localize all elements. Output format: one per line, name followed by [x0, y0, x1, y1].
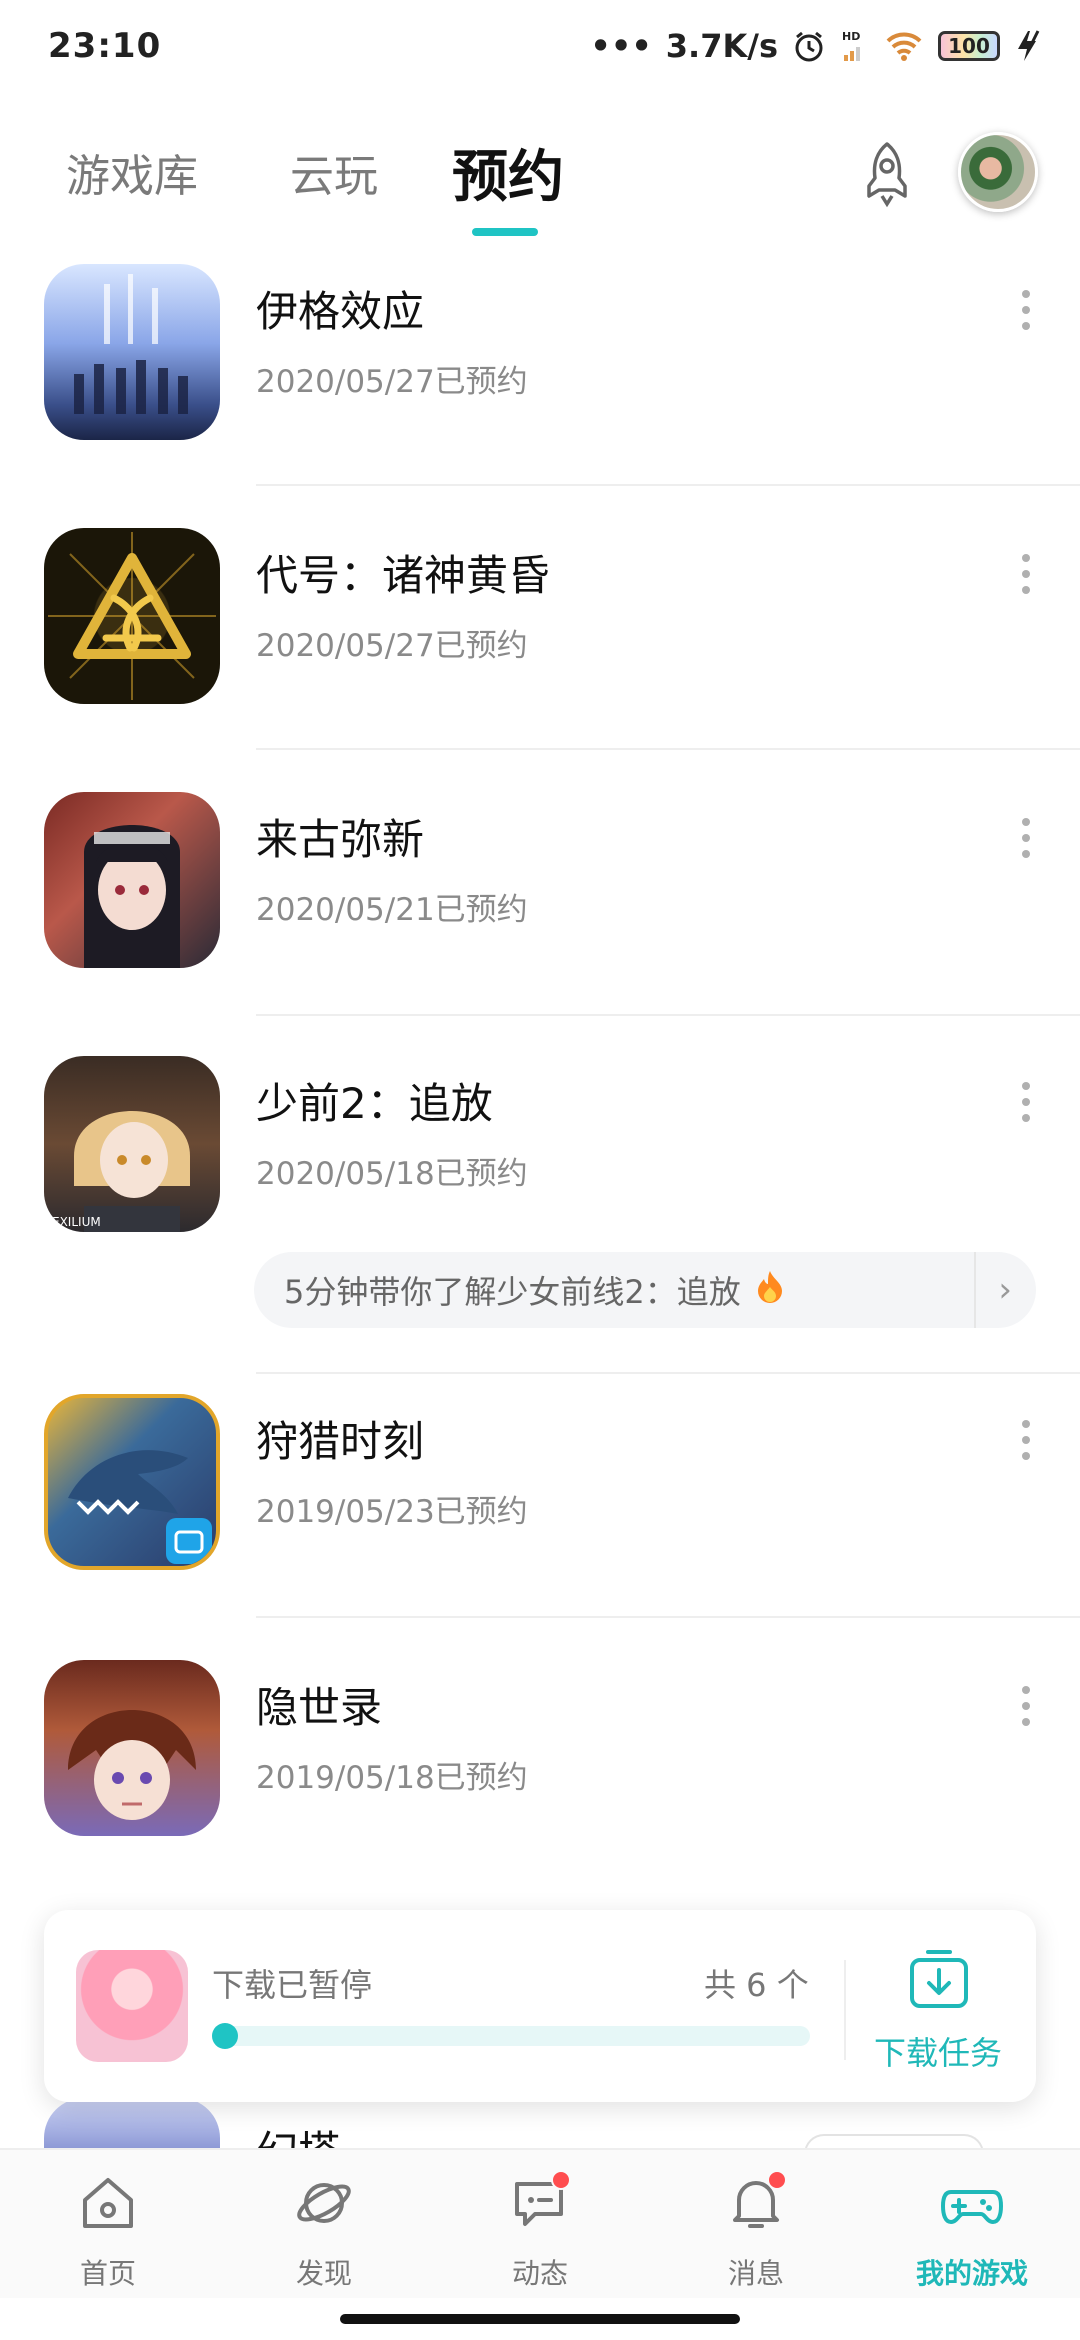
user-avatar[interactable]	[958, 132, 1038, 212]
top-tab-bar: 游戏库 云玩 预约	[0, 120, 1080, 250]
divider	[256, 484, 1080, 486]
download-tasks-button[interactable]: 下载任务	[874, 2028, 1002, 2074]
hunting-moment-icon[interactable]	[44, 1394, 220, 1570]
notification-badge	[767, 2170, 787, 2190]
gamepad-icon	[939, 2170, 1005, 2236]
rocket-icon[interactable]	[852, 138, 922, 208]
download-game-thumbnail	[76, 1950, 188, 2062]
peek-game-icon[interactable]	[44, 2098, 220, 2148]
nav-messages[interactable]: 消息	[686, 2170, 826, 2292]
net-speed: 3.7K/s	[665, 27, 778, 65]
list-item[interactable]: 狩猎时刻 2019/05/23已预约	[0, 1374, 1080, 1640]
bottom-nav: 首页 发现 动态 消息 我的游戏	[0, 2148, 1080, 2298]
nav-discover[interactable]: 发现	[254, 2170, 394, 2292]
game-name: 隐世录	[256, 1683, 383, 1732]
status-bar: 23:10 ••• 3.7K/s HD 100	[0, 0, 1080, 96]
game-name: 来古弥新	[256, 815, 425, 864]
fire-icon	[755, 1269, 785, 1311]
chevron-right-icon[interactable]: ›	[974, 1252, 1012, 1328]
home-icon	[75, 2170, 141, 2236]
divider	[844, 1960, 846, 2060]
planet-icon	[291, 2170, 357, 2236]
more-options-icon[interactable]	[1016, 1686, 1036, 1726]
download-progress-bar	[212, 2023, 810, 2049]
list-item[interactable]: 隐世录 2019/05/18已预约	[0, 1640, 1080, 1870]
nav-my-games[interactable]: 我的游戏	[902, 2170, 1042, 2292]
more-options-icon[interactable]	[1016, 1082, 1036, 1122]
divider	[256, 1014, 1080, 1016]
download-count: 共 6 个	[704, 1966, 809, 2004]
nav-label: 动态	[511, 2257, 568, 2290]
tab-game-library[interactable]: 游戏库	[66, 140, 198, 204]
svg-text:EXILIUM: EXILIUM	[52, 1215, 101, 1229]
status-time: 23:10	[48, 26, 162, 66]
divider	[256, 1616, 1080, 1618]
peek-game-name: 幻塔	[256, 2118, 340, 2150]
more-options-icon[interactable]	[1016, 554, 1036, 594]
download-card[interactable]: 下载已暂停 共 6 个 下载任务	[44, 1910, 1036, 2102]
divider	[256, 748, 1080, 750]
more-options-icon[interactable]	[1016, 1420, 1036, 1460]
wifi-icon	[886, 32, 922, 61]
reserve-date: 2019/05/18已预约	[256, 1760, 528, 1796]
battery-indicator: 100	[938, 31, 1000, 61]
nav-home[interactable]: 首页	[38, 2170, 178, 2292]
bell-icon	[723, 2170, 789, 2236]
reserve-date: 2020/05/18已预约	[256, 1156, 528, 1192]
nav-label: 发现	[295, 2257, 352, 2290]
home-indicator[interactable]	[340, 2314, 740, 2324]
charging-icon	[1018, 30, 1040, 61]
svg-text:HD: HD	[842, 30, 860, 43]
reserve-date: 2020/05/27已预约	[256, 628, 528, 664]
reserve-date: 2020/05/27已预约	[256, 364, 528, 400]
notification-badge	[551, 2170, 571, 2190]
download-status: 下载已暂停	[212, 1966, 373, 2004]
promo-text: 5分钟带你了解少女前线2：追放	[284, 1273, 741, 1311]
laigu-mixin-icon[interactable]	[44, 792, 220, 968]
more-options-icon[interactable]	[1016, 818, 1036, 858]
list-item[interactable]: EXILIUM 少前2：追放 2020/05/18已预约 5分钟带你了解少女前线…	[0, 1038, 1080, 1374]
more-options-icon[interactable]	[1016, 290, 1036, 330]
status-right-group: ••• 3.7K/s HD 100	[590, 22, 1044, 70]
nav-label: 首页	[79, 2257, 136, 2290]
more-dots-icon: •••	[590, 27, 652, 65]
ragnarok-icon[interactable]	[44, 528, 220, 704]
ego-effect-icon[interactable]	[44, 264, 220, 440]
alarm-icon	[795, 31, 823, 62]
list-item[interactable]: 来古弥新 2020/05/21已预约	[0, 772, 1080, 1038]
tab-cloud-play[interactable]: 云玩	[290, 140, 378, 204]
reserve-date: 2020/05/21已预约	[256, 892, 528, 928]
nav-activity[interactable]: 动态	[470, 2170, 610, 2292]
hd-signal-icon: HD	[842, 30, 860, 61]
tab-reservations[interactable]: 预约	[452, 132, 564, 213]
reserve-date: 2019/05/23已预约	[256, 1494, 528, 1530]
reservation-list: 伊格效应 2020/05/27已预约 代号：诸神黄昏 2020/05/27已预约…	[0, 250, 1080, 1870]
game-name: 伊格效应	[256, 287, 425, 336]
game-name: 狩猎时刻	[256, 1417, 425, 1466]
message-square-icon	[507, 2170, 573, 2236]
game-name: 少前2：追放	[256, 1079, 493, 1128]
list-item[interactable]: 伊格效应 2020/05/27已预约	[0, 250, 1080, 508]
game-name: 代号：诸神黄昏	[256, 551, 551, 600]
promo-banner[interactable]: 5分钟带你了解少女前线2：追放 ›	[254, 1252, 1036, 1328]
active-tab-indicator	[472, 228, 538, 236]
download-progress-fill	[212, 2023, 238, 2049]
yinshilu-icon[interactable]	[44, 1660, 220, 1836]
list-item[interactable]: 代号：诸神黄昏 2020/05/27已预约	[0, 508, 1080, 772]
nav-label: 我的游戏	[915, 2257, 1028, 2290]
gf2-exilium-icon[interactable]: EXILIUM	[44, 1056, 220, 1232]
download-tray-icon[interactable]	[906, 1946, 972, 2012]
nav-label: 消息	[727, 2257, 784, 2290]
